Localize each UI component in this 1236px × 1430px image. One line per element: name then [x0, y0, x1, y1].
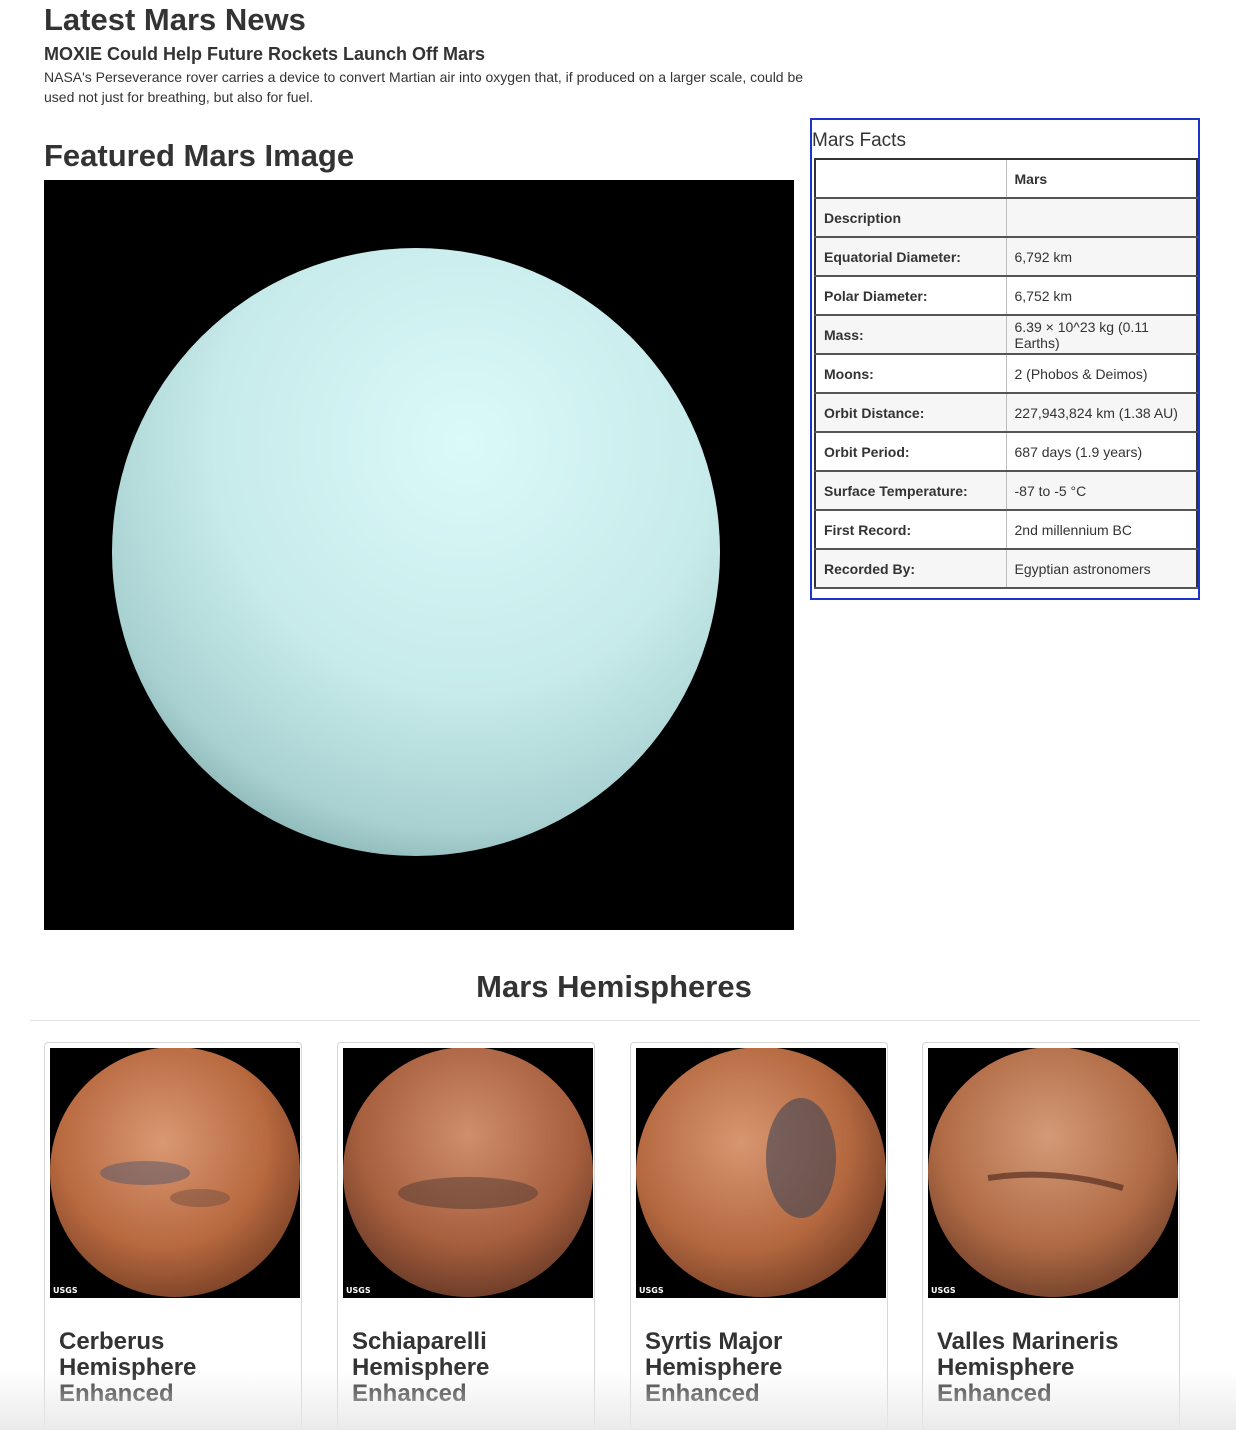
mars-globe-graphic [343, 1048, 593, 1298]
facts-row-label: Description [814, 197, 1007, 238]
facts-row-value: 2nd millennium BC [1005, 509, 1198, 550]
facts-row-label: Polar Diameter: [814, 275, 1007, 316]
facts-row: First Record: 2nd millennium BC [814, 509, 1198, 550]
facts-row-label: Surface Temperature: [814, 470, 1007, 511]
hemisphere-thumbnail[interactable]: USGS [928, 1048, 1178, 1298]
facts-row: Surface Temperature: -87 to -5 °C [814, 470, 1198, 511]
mars-globe-graphic [636, 1048, 886, 1298]
facts-row: Mass: 6.39 × 10^23 kg (0.11 Earths) [814, 314, 1198, 355]
facts-row: Equatorial Diameter: 6,792 km [814, 236, 1198, 277]
facts-row-value: 6.39 × 10^23 kg (0.11 Earths) [1005, 314, 1198, 355]
news-section-title: Latest Mars News [44, 2, 306, 37]
hemisphere-card-syrtis-major[interactable]: USGS Syrtis Major Hemisphere Enhanced [630, 1042, 888, 1430]
mars-facts-table: Mars Description Equatorial Diameter: 6,… [814, 158, 1198, 589]
hemisphere-title[interactable]: Valles Marineris Hemisphere Enhanced [937, 1329, 1167, 1407]
hemisphere-thumbnail[interactable]: USGS [343, 1048, 593, 1298]
mars-globe-graphic [50, 1048, 300, 1298]
hemispheres-title: Mars Hemispheres [476, 969, 752, 1004]
facts-row-label: Orbit Period: [814, 431, 1007, 472]
facts-row: Orbit Distance: 227,943,824 km (1.38 AU) [814, 392, 1198, 433]
facts-row: Orbit Period: 687 days (1.9 years) [814, 431, 1198, 472]
facts-row: Recorded By: Egyptian astronomers [814, 548, 1198, 589]
mars-facts-panel: Mars Facts Mars Description Equatorial D… [810, 118, 1200, 600]
hemispheres-divider [30, 1020, 1200, 1021]
facts-row-value: 687 days (1.9 years) [1005, 431, 1198, 472]
hemisphere-card-valles-marineris[interactable]: USGS Valles Marineris Hemisphere Enhance… [922, 1042, 1180, 1430]
facts-row-value: 6,792 km [1005, 236, 1198, 277]
facts-row: Description [814, 197, 1198, 238]
facts-row: Polar Diameter: 6,752 km [814, 275, 1198, 316]
news-teaser: NASA's Perseverance rover carries a devi… [44, 69, 804, 105]
facts-row-value [1005, 197, 1198, 238]
hemisphere-title[interactable]: Schiaparelli Hemisphere Enhanced [352, 1329, 582, 1407]
hemisphere-card-schiaparelli[interactable]: USGS Schiaparelli Hemisphere Enhanced [337, 1042, 595, 1430]
facts-row-label: Mass: [814, 314, 1007, 355]
facts-row-value: 6,752 km [1005, 275, 1198, 316]
facts-row-label: Moons: [814, 353, 1007, 394]
facts-column-header: Mars [1005, 158, 1198, 199]
facts-row-value: 227,943,824 km (1.38 AU) [1005, 392, 1198, 433]
hemisphere-card-cerberus[interactable]: USGS Cerberus Hemisphere Enhanced [44, 1042, 302, 1430]
usgs-logo: USGS [639, 1286, 664, 1295]
facts-row-label: Equatorial Diameter: [814, 236, 1007, 277]
facts-row-label: First Record: [814, 509, 1007, 550]
facts-header-empty [814, 158, 1007, 199]
mars-facts-title: Mars Facts [812, 130, 906, 151]
featured-planet-graphic [44, 180, 794, 930]
facts-header-row: Mars [814, 158, 1198, 199]
facts-row-label: Orbit Distance: [814, 392, 1007, 433]
hemisphere-thumbnail[interactable]: USGS [636, 1048, 886, 1298]
facts-row: Moons: 2 (Phobos & Deimos) [814, 353, 1198, 394]
usgs-logo: USGS [931, 1286, 956, 1295]
facts-row-value: Egyptian astronomers [1005, 548, 1198, 589]
usgs-logo: USGS [53, 1286, 78, 1295]
news-headline[interactable]: MOXIE Could Help Future Rockets Launch O… [44, 43, 485, 65]
facts-row-value: -87 to -5 °C [1005, 470, 1198, 511]
hemisphere-thumbnail[interactable]: USGS [50, 1048, 300, 1298]
usgs-logo: USGS [346, 1286, 371, 1295]
featured-image[interactable] [44, 180, 794, 930]
mars-globe-graphic [928, 1048, 1178, 1298]
facts-row-value: 2 (Phobos & Deimos) [1005, 353, 1198, 394]
facts-row-label: Recorded By: [814, 548, 1007, 589]
featured-image-title: Featured Mars Image [44, 138, 355, 173]
hemisphere-title[interactable]: Syrtis Major Hemisphere Enhanced [645, 1329, 875, 1407]
hemisphere-title[interactable]: Cerberus Hemisphere Enhanced [59, 1329, 289, 1407]
